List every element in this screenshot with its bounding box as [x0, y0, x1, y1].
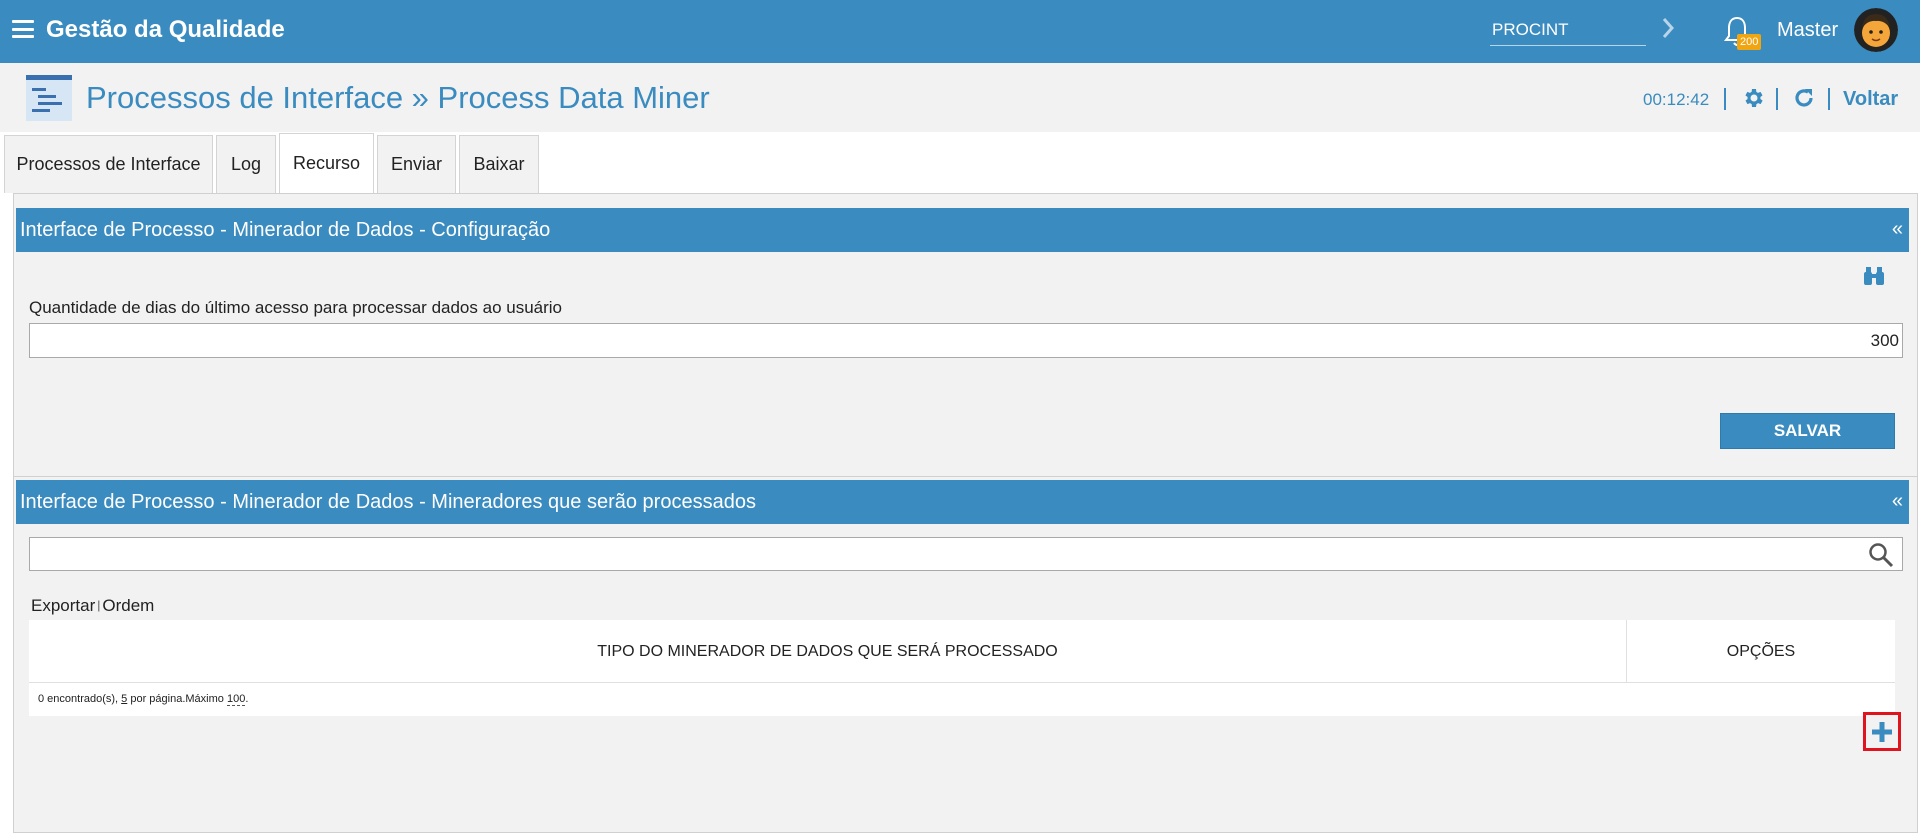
- save-button[interactable]: SALVAR: [1720, 413, 1895, 449]
- miners-section-title: Interface de Processo - Minerador de Dad…: [20, 491, 756, 513]
- tab-processos-de-interface[interactable]: Processos de Interface: [4, 135, 213, 193]
- collapse-icon[interactable]: «: [1892, 218, 1903, 241]
- session-timer: 00:12:42: [1643, 90, 1710, 109]
- add-button[interactable]: [1863, 712, 1901, 751]
- header-separator: [1828, 88, 1830, 110]
- per-page-text: por página.Máximo: [127, 693, 227, 705]
- collapse-icon[interactable]: «: [1892, 490, 1903, 513]
- back-link[interactable]: Voltar: [1843, 88, 1898, 111]
- table-footer: 0 encontrado(s), 5 por página.Máximo 100…: [29, 683, 1895, 716]
- search-icon[interactable]: [1868, 542, 1894, 568]
- header-separator: [1776, 88, 1778, 110]
- plus-icon: [1872, 721, 1892, 742]
- notification-badge: 200: [1737, 34, 1762, 50]
- user-name[interactable]: Master: [1777, 19, 1838, 42]
- app-title: Gestão da Qualidade: [46, 16, 285, 43]
- section-divider: [14, 476, 1917, 477]
- found-count: 0 encontrado(s),: [38, 693, 122, 705]
- tab-recurso[interactable]: Recurso: [279, 133, 374, 193]
- page-header: Processos de Interface » Process Data Mi…: [0, 63, 1920, 132]
- column-header-options: OPÇÕES: [1726, 642, 1796, 660]
- refresh-icon[interactable]: [1792, 86, 1816, 110]
- miners-section-header[interactable]: Interface de Processo - Minerador de Dad…: [16, 480, 1909, 524]
- max-value[interactable]: 100: [226, 693, 246, 706]
- tab-enviar[interactable]: Enviar: [377, 135, 456, 193]
- column-header-miner-type[interactable]: TIPO DO MINERADOR DE DADOS QUE SERÁ PROC…: [29, 620, 1627, 683]
- context-input[interactable]: [1490, 14, 1646, 46]
- order-link[interactable]: Ordem: [102, 596, 154, 615]
- table-actions: Exportar | Ordem: [31, 596, 154, 616]
- table-header: TIPO DO MINERADOR DE DADOS QUE SERÁ PROC…: [29, 620, 1895, 683]
- search-input[interactable]: [29, 537, 1903, 571]
- binoculars-icon[interactable]: [1862, 266, 1886, 286]
- header-separator: [1724, 88, 1726, 110]
- miners-table: TIPO DO MINERADOR DE DADOS QUE SERÁ PROC…: [29, 620, 1895, 716]
- config-section-header[interactable]: Interface de Processo - Minerador de Dad…: [16, 208, 1909, 252]
- days-input[interactable]: [29, 323, 1903, 358]
- config-section-title: Interface de Processo - Minerador de Dad…: [20, 219, 551, 241]
- top-bar: Gestão da Qualidade 200 Master: [0, 0, 1920, 63]
- chevron-right-icon[interactable]: [1660, 16, 1676, 40]
- gear-icon[interactable]: [1741, 86, 1765, 110]
- footer-end: .: [245, 693, 249, 705]
- export-link[interactable]: Exportar: [31, 596, 95, 615]
- tab-bar: Processos de Interface Log Recurso Envia…: [0, 133, 1920, 193]
- tab-baixar[interactable]: Baixar: [459, 135, 539, 193]
- avatar[interactable]: [1854, 8, 1898, 52]
- days-field-label: Quantidade de dias do último acesso para…: [29, 298, 563, 317]
- page-title: Processos de Interface » Process Data Mi…: [86, 80, 710, 115]
- tab-log[interactable]: Log: [216, 135, 276, 193]
- menu-icon[interactable]: [12, 20, 34, 38]
- process-list-icon: [26, 75, 72, 121]
